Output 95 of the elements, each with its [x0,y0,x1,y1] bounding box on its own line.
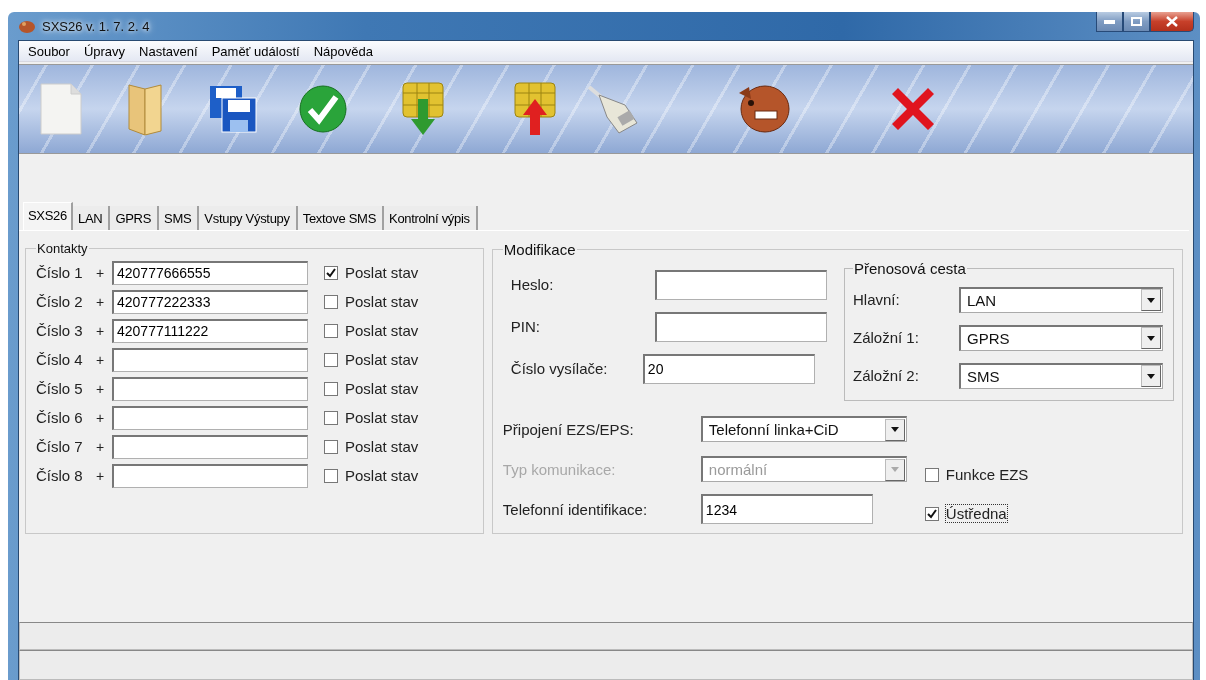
close-button[interactable] [1150,12,1194,32]
checkbox-label: Poslat stav [344,379,420,398]
dropdown[interactable]: GPRS [959,324,1163,351]
checkbox[interactable] [324,439,338,454]
number-label: Číslo 1 [36,264,84,281]
menu-item[interactable]: Paměť událostí [204,43,307,59]
checkbox[interactable] [324,323,338,338]
group-title: Modifikace [502,241,577,258]
menu-item[interactable]: Soubor [21,43,77,59]
tab[interactable]: Kontrolní výpis [384,206,478,230]
checkbox[interactable] [324,381,338,396]
caret-icon [1147,373,1155,379]
text-field[interactable] [654,311,827,342]
number-label: Číslo 8 [36,467,84,484]
field-label: Číslo vysílače: [510,360,609,377]
number-label: Číslo 3 [36,322,84,339]
plus-sign: + [96,438,106,455]
menu-item[interactable]: Nastavení [132,43,205,59]
text-field[interactable]: 1234 [700,494,873,524]
plus-sign: + [96,467,106,484]
menu-item[interactable]: Úpravy [76,43,133,59]
group-title: Přenosová cesta [853,260,967,277]
route-label: Záložní 2: [853,367,920,384]
document-icon [39,82,83,136]
caret-icon [1147,335,1155,341]
close-icon [1166,16,1178,27]
phone-field[interactable]: 420777666555 [112,260,308,285]
field-label: Typ komunikace: [502,460,617,478]
phone-field[interactable]: 420777111222 [112,318,308,343]
checkbox-label: Ústředna [944,504,1008,523]
checkbox-label: Poslat stav [344,321,420,340]
plus-sign: + [96,409,106,426]
checkbox-label: Poslat stav [344,408,420,427]
number-label: Číslo 5 [36,380,84,397]
caret-icon [890,467,899,472]
checkbox[interactable] [324,265,338,280]
tab[interactable]: SXS26 [23,202,73,230]
app-icon [18,18,36,34]
field-label: PIN: [510,318,542,335]
text-field[interactable] [654,269,827,300]
checkbox[interactable] [924,506,939,521]
phone-field[interactable] [112,434,308,459]
window-title: SXS26 v. 1. 7. 2. 4 [42,18,150,34]
minimize-icon [1104,19,1115,24]
tab[interactable]: Vstupy Výstupy [199,206,298,230]
dropdown[interactable]: SMS [959,362,1163,389]
checkbox-label: Poslat stav [344,292,420,311]
field-label: Heslo: [510,276,555,293]
maximize-icon [1131,17,1142,26]
plus-sign: + [96,380,106,397]
plus-sign: + [96,264,106,281]
chip-upload-icon [511,81,559,137]
checkbox-label: Poslat stav [344,350,420,369]
checkbox-label: Poslat stav [344,466,420,485]
checkbox[interactable] [324,410,338,425]
tab[interactable]: SMS [159,206,200,230]
plus-sign: + [96,322,106,339]
folder-icon [127,81,163,137]
chip-download-icon [399,81,447,137]
plus-sign: + [96,293,106,310]
field-label: Telefonní identifikace: [502,500,649,518]
route-label: Hlavní: [853,291,901,308]
checkbox-label: Funkce EZS [944,465,1030,484]
dropdown[interactable]: Telefonní linka+CiD [700,416,907,442]
caret-icon [1147,297,1155,303]
checkbox[interactable] [324,468,338,483]
checkmark-icon [298,84,348,134]
phone-field[interactable] [112,405,308,430]
phone-field[interactable] [112,376,308,401]
phone-field[interactable] [112,463,308,488]
tab[interactable]: GPRS [110,206,160,230]
phone-field[interactable] [112,347,308,372]
group-title: Kontakty [36,241,89,256]
checkbox-label: Poslat stav [344,437,420,456]
text-field[interactable]: 20 [642,353,815,384]
checkbox[interactable] [324,294,338,309]
dropdown[interactable]: LAN [959,286,1163,313]
number-label: Číslo 4 [36,351,84,368]
number-label: Číslo 6 [36,409,84,426]
caret-icon [890,427,899,432]
maximize-button[interactable] [1123,12,1150,32]
checkbox-label: Poslat stav [344,263,420,282]
minimize-button[interactable] [1096,12,1123,32]
number-label: Číslo 2 [36,293,84,310]
field-label: Připojení EZS/EPS: [502,420,635,438]
route-label: Záložní 1: [853,329,920,346]
tab[interactable]: Textove SMS [297,206,384,230]
phone-field[interactable]: 420777222333 [112,289,308,314]
checkbox[interactable] [324,352,338,367]
number-label: Číslo 7 [36,438,84,455]
menu-item[interactable]: Nápověda [306,43,380,59]
checkbox[interactable] [924,467,939,482]
save-icon [208,84,258,134]
tab[interactable]: LAN [73,206,111,230]
plus-sign: + [96,351,106,368]
